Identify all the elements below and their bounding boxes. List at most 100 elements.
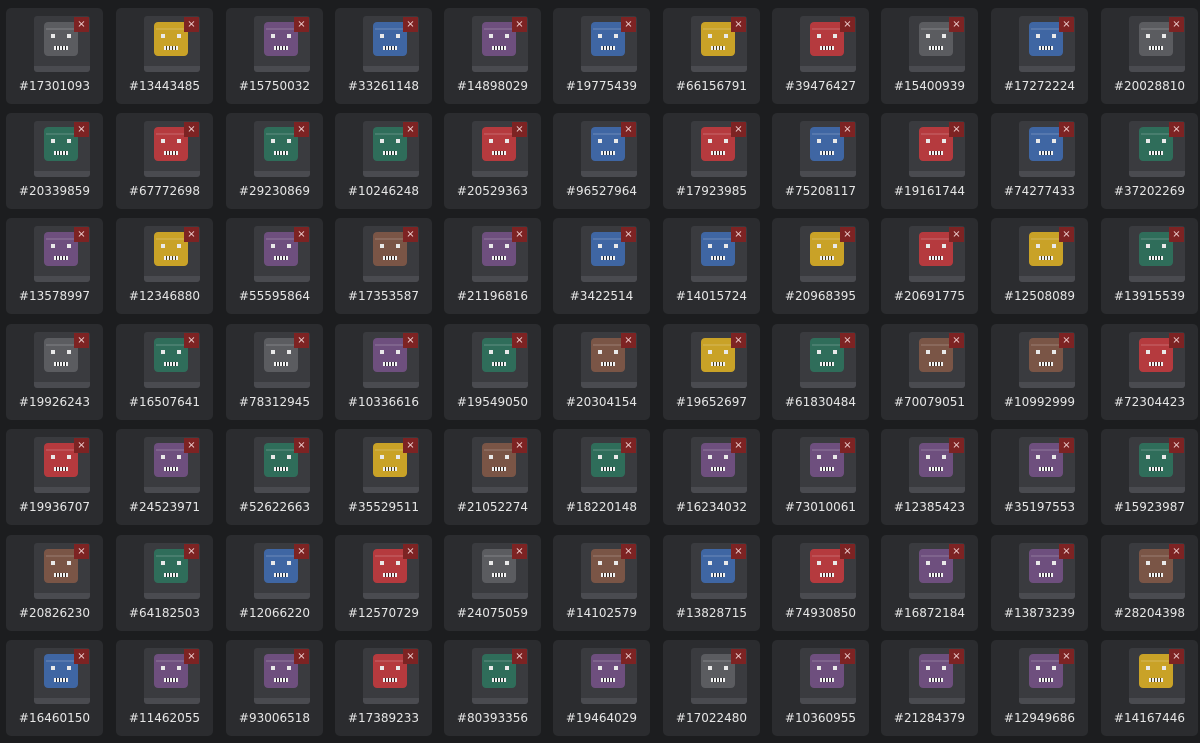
remove-avatar-button[interactable]: × <box>949 438 964 453</box>
remove-avatar-button[interactable]: × <box>74 17 89 32</box>
remove-avatar-button[interactable]: × <box>512 17 527 32</box>
avatar-card[interactable]: × #16507641 <box>116 324 213 420</box>
remove-avatar-button[interactable]: × <box>294 544 309 559</box>
avatar-card[interactable]: × #19161744 <box>881 113 978 209</box>
avatar-card[interactable]: × #37202269 <box>1101 113 1198 209</box>
remove-avatar-button[interactable]: × <box>840 122 855 137</box>
avatar-card[interactable]: × #12570729 <box>335 535 432 631</box>
avatar-card[interactable]: × #29230869 <box>226 113 323 209</box>
avatar-card[interactable]: × #11462055 <box>116 640 213 736</box>
remove-avatar-button[interactable]: × <box>403 333 418 348</box>
avatar-card[interactable]: × #52622663 <box>226 429 323 525</box>
remove-avatar-button[interactable]: × <box>74 544 89 559</box>
remove-avatar-button[interactable]: × <box>403 544 418 559</box>
avatar-card[interactable]: × #20304154 <box>553 324 650 420</box>
avatar-card[interactable]: × #18220148 <box>553 429 650 525</box>
remove-avatar-button[interactable]: × <box>1059 122 1074 137</box>
avatar-card[interactable]: × #16234032 <box>663 429 760 525</box>
avatar-card[interactable]: × #21196816 <box>444 218 541 314</box>
avatar-card[interactable]: × #14102579 <box>553 535 650 631</box>
remove-avatar-button[interactable]: × <box>1059 438 1074 453</box>
avatar-card[interactable]: × #75208117 <box>772 113 869 209</box>
remove-avatar-button[interactable]: × <box>949 227 964 242</box>
avatar-card[interactable]: × #19936707 <box>6 429 103 525</box>
remove-avatar-button[interactable]: × <box>294 122 309 137</box>
avatar-card[interactable]: × #16872184 <box>881 535 978 631</box>
remove-avatar-button[interactable]: × <box>184 544 199 559</box>
remove-avatar-button[interactable]: × <box>840 17 855 32</box>
avatar-card[interactable]: × #3422514 <box>553 218 650 314</box>
avatar-card[interactable]: × #74930850 <box>772 535 869 631</box>
remove-avatar-button[interactable]: × <box>184 227 199 242</box>
avatar-card[interactable]: × #14167446 <box>1101 640 1198 736</box>
remove-avatar-button[interactable]: × <box>512 649 527 664</box>
remove-avatar-button[interactable]: × <box>731 333 746 348</box>
remove-avatar-button[interactable]: × <box>949 17 964 32</box>
avatar-card[interactable]: × #67772698 <box>116 113 213 209</box>
remove-avatar-button[interactable]: × <box>1059 227 1074 242</box>
remove-avatar-button[interactable]: × <box>512 227 527 242</box>
remove-avatar-button[interactable]: × <box>184 122 199 137</box>
remove-avatar-button[interactable]: × <box>294 227 309 242</box>
remove-avatar-button[interactable]: × <box>621 649 636 664</box>
remove-avatar-button[interactable]: × <box>1169 438 1184 453</box>
avatar-card[interactable]: × #12066220 <box>226 535 323 631</box>
remove-avatar-button[interactable]: × <box>731 122 746 137</box>
avatar-card[interactable]: × #12508089 <box>991 218 1088 314</box>
remove-avatar-button[interactable]: × <box>74 438 89 453</box>
remove-avatar-button[interactable]: × <box>74 649 89 664</box>
avatar-card[interactable]: × #74277433 <box>991 113 1088 209</box>
remove-avatar-button[interactable]: × <box>184 438 199 453</box>
avatar-card[interactable]: × #16460150 <box>6 640 103 736</box>
avatar-card[interactable]: × #17353587 <box>335 218 432 314</box>
avatar-card[interactable]: × #17301093 <box>6 8 103 104</box>
avatar-card[interactable]: × #55595864 <box>226 218 323 314</box>
avatar-card[interactable]: × #73010061 <box>772 429 869 525</box>
remove-avatar-button[interactable]: × <box>621 17 636 32</box>
avatar-card[interactable]: × #93006518 <box>226 640 323 736</box>
remove-avatar-button[interactable]: × <box>1059 333 1074 348</box>
avatar-card[interactable]: × #15400939 <box>881 8 978 104</box>
avatar-card[interactable]: × #10992999 <box>991 324 1088 420</box>
remove-avatar-button[interactable]: × <box>731 227 746 242</box>
avatar-card[interactable]: × #20826230 <box>6 535 103 631</box>
remove-avatar-button[interactable]: × <box>840 649 855 664</box>
avatar-card[interactable]: × #13443485 <box>116 8 213 104</box>
remove-avatar-button[interactable]: × <box>512 122 527 137</box>
avatar-card[interactable]: × #19549050 <box>444 324 541 420</box>
remove-avatar-button[interactable]: × <box>949 649 964 664</box>
avatar-card[interactable]: × #15750032 <box>226 8 323 104</box>
avatar-card[interactable]: × #13915539 <box>1101 218 1198 314</box>
avatar-card[interactable]: × #20028810 <box>1101 8 1198 104</box>
avatar-card[interactable]: × #17923985 <box>663 113 760 209</box>
avatar-card[interactable]: × #33261148 <box>335 8 432 104</box>
remove-avatar-button[interactable]: × <box>840 227 855 242</box>
remove-avatar-button[interactable]: × <box>621 438 636 453</box>
remove-avatar-button[interactable]: × <box>403 122 418 137</box>
remove-avatar-button[interactable]: × <box>74 227 89 242</box>
avatar-card[interactable]: × #17389233 <box>335 640 432 736</box>
remove-avatar-button[interactable]: × <box>1059 17 1074 32</box>
remove-avatar-button[interactable]: × <box>294 17 309 32</box>
remove-avatar-button[interactable]: × <box>74 122 89 137</box>
remove-avatar-button[interactable]: × <box>1169 544 1184 559</box>
avatar-card[interactable]: × #70079051 <box>881 324 978 420</box>
remove-avatar-button[interactable]: × <box>403 438 418 453</box>
avatar-card[interactable]: × #19464029 <box>553 640 650 736</box>
avatar-card[interactable]: × #12385423 <box>881 429 978 525</box>
avatar-card[interactable]: × #78312945 <box>226 324 323 420</box>
avatar-card[interactable]: × #19926243 <box>6 324 103 420</box>
remove-avatar-button[interactable]: × <box>840 438 855 453</box>
avatar-card[interactable]: × #24075059 <box>444 535 541 631</box>
remove-avatar-button[interactable]: × <box>512 333 527 348</box>
avatar-card[interactable]: × #10336616 <box>335 324 432 420</box>
remove-avatar-button[interactable]: × <box>184 333 199 348</box>
avatar-card[interactable]: × #64182503 <box>116 535 213 631</box>
remove-avatar-button[interactable]: × <box>840 333 855 348</box>
remove-avatar-button[interactable]: × <box>1059 544 1074 559</box>
avatar-card[interactable]: × #20691775 <box>881 218 978 314</box>
remove-avatar-button[interactable]: × <box>294 438 309 453</box>
remove-avatar-button[interactable]: × <box>731 544 746 559</box>
avatar-card[interactable]: × #39476427 <box>772 8 869 104</box>
avatar-card[interactable]: × #10360955 <box>772 640 869 736</box>
